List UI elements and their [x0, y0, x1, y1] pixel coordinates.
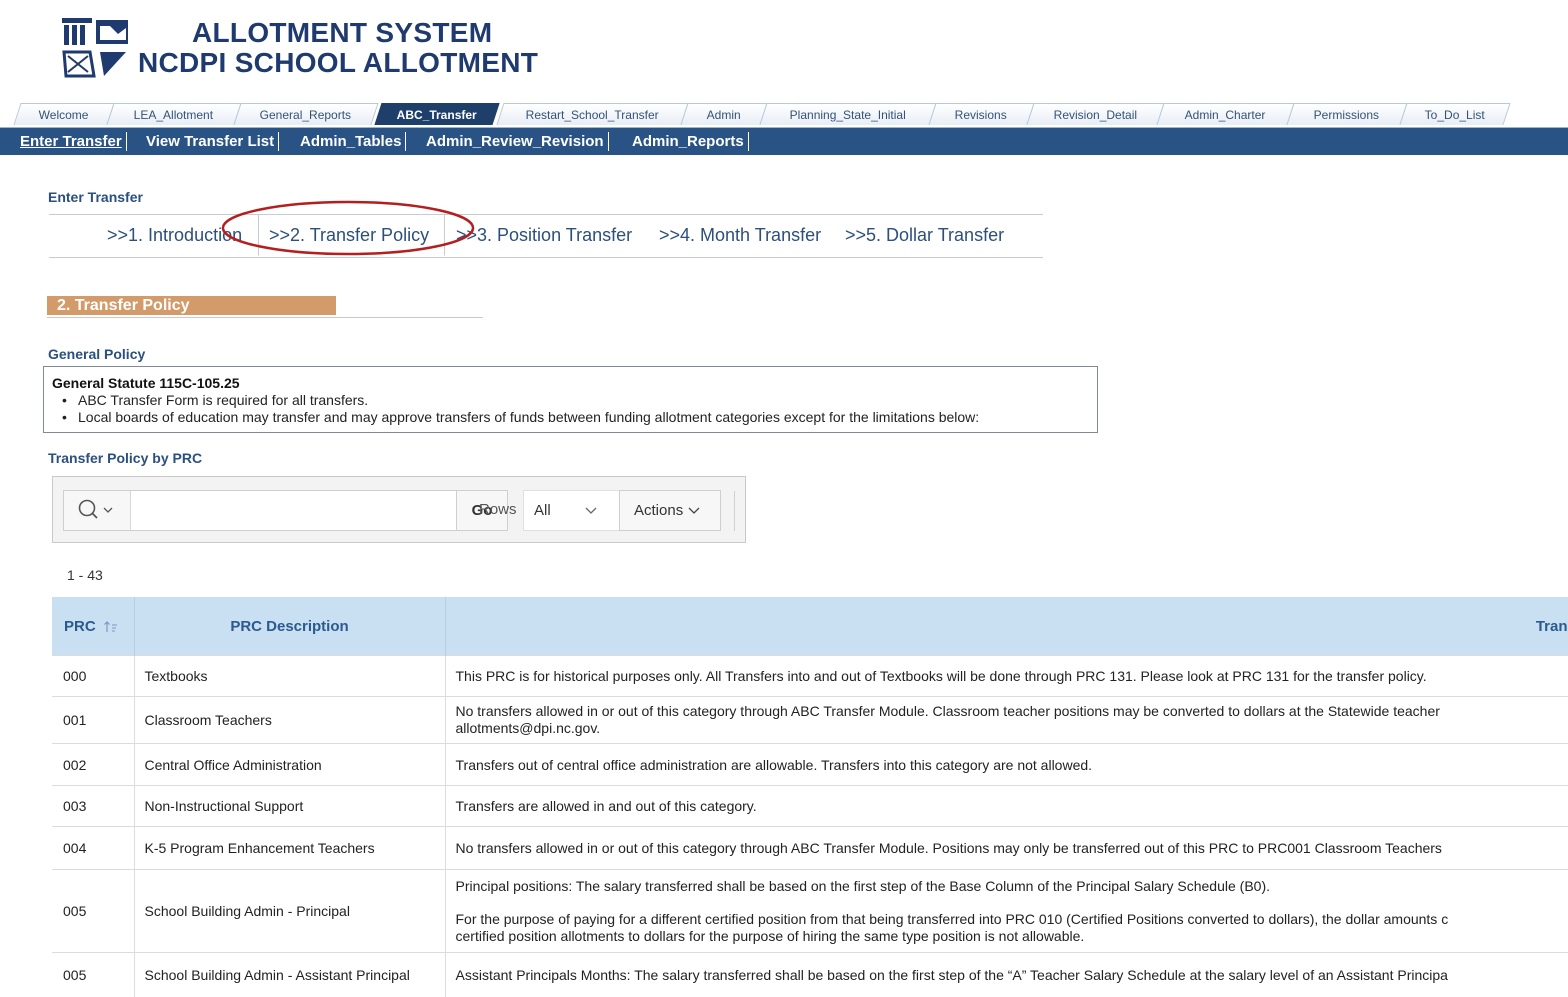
transfer-policy-text: Transfers out of central office administ… — [445, 744, 1568, 786]
table-row: 001 Classroom Teachers No transfers allo… — [52, 697, 1568, 744]
section-title-bar: 2. Transfer Policy — [47, 296, 336, 315]
transfer-policy-text: This PRC is for historical purposes only… — [445, 656, 1568, 697]
prc-description: Non-Instructional Support — [134, 786, 445, 827]
column-header-transfer-policy[interactable]: Tran — [445, 597, 1568, 656]
prc-code: 001 — [52, 697, 134, 744]
tab-admin-charter[interactable]: Admin_Charter — [1156, 103, 1294, 125]
prc-description: School Building Admin - Assistant Princi… — [134, 953, 445, 997]
prc-code: 002 — [52, 744, 134, 786]
prc-description: Textbooks — [134, 656, 445, 697]
column-header-description[interactable]: PRC Description — [134, 597, 445, 656]
wizard-heading: Enter Transfer — [48, 189, 143, 205]
general-policy-box: General Statute 115C-105.25 ABC Transfer… — [43, 366, 1098, 433]
rows-selected-value: All — [534, 502, 551, 519]
prc-code: 005 — [52, 870, 134, 953]
transfer-policy-text: Transfers are allowed in and out of this… — [445, 786, 1568, 827]
prc-description: School Building Admin - Principal — [134, 870, 445, 953]
general-policy-item: ABC Transfer Form is required for all tr… — [78, 392, 1097, 409]
prc-description: Central Office Administration — [134, 744, 445, 786]
subnav-admin-review-revision[interactable]: Admin_Review_Revision — [422, 132, 609, 151]
app-title-line2: NCDPI SCHOOL ALLOTMENT — [138, 48, 538, 78]
tab-admin[interactable]: Admin — [680, 103, 767, 125]
table-row: 005 School Building Admin - Principal Pr… — [52, 870, 1568, 953]
wizard-step-month-transfer[interactable]: >>4. Month Transfer — [659, 215, 821, 257]
tab-to-do-list[interactable]: To_Do_List — [1399, 103, 1510, 125]
transfer-policy-text: For the purpose of paying for a differen… — [456, 911, 1558, 928]
table-row: 004 K-5 Program Enhancement Teachers No … — [52, 827, 1568, 870]
app-title: ALLOTMENT SYSTEM NCDPI SCHOOL ALLOTMENT — [138, 18, 538, 78]
transfer-policy-text: Assistant Principals Months: The salary … — [445, 953, 1568, 997]
prc-code: 005 — [52, 953, 134, 997]
transfer-policy-text: certified position allotments to dollars… — [456, 928, 1558, 945]
prc-policy-heading: Transfer Policy by PRC — [48, 450, 202, 466]
general-policy-heading: General Policy — [48, 346, 145, 362]
wizard-steps: >>1. Introduction >>2. Transfer Policy >… — [49, 214, 1043, 258]
app-title-line1: ALLOTMENT SYSTEM — [138, 18, 538, 48]
toolbar-divider — [734, 491, 735, 531]
tab-restart-school-transfer[interactable]: Restart_School_Transfer — [496, 103, 688, 125]
tab-planning-state-initial[interactable]: Planning_State_Initial — [759, 103, 936, 125]
table-row: 003 Non-Instructional Support Transfers … — [52, 786, 1568, 827]
search-input[interactable] — [131, 491, 456, 530]
prc-description: Classroom Teachers — [134, 697, 445, 744]
sub-navigation: Enter Transfer View Transfer List Admin_… — [0, 128, 1568, 155]
subnav-enter-transfer[interactable]: Enter Transfer — [16, 132, 127, 151]
ncdpi-logo-icon — [60, 16, 132, 82]
report-toolbar: Go Rows All Actions — [52, 476, 746, 543]
actions-menu-button[interactable]: Actions — [619, 490, 721, 531]
table-row: 000 Textbooks This PRC is for historical… — [52, 656, 1568, 697]
transfer-policy-text: No transfers allowed in or out of this c… — [445, 827, 1568, 870]
prc-description: K-5 Program Enhancement Teachers — [134, 827, 445, 870]
subnav-admin-tables[interactable]: Admin_Tables — [296, 132, 406, 151]
tab-abc-transfer[interactable]: ABC_Transfer — [374, 103, 499, 125]
transfer-policy-table: PRC PRC Description Tran 000 Textbooks T… — [52, 597, 1568, 997]
prc-code: 003 — [52, 786, 134, 827]
transfer-policy-cell: No transfers allowed in or out of this c… — [445, 697, 1568, 744]
tab-revision-detail[interactable]: Revision_Detail — [1026, 103, 1164, 125]
wizard-step-position-transfer[interactable]: >>3. Position Transfer — [456, 215, 632, 257]
transfer-policy-cell: Principal positions: The salary transfer… — [445, 870, 1568, 953]
highlight-annotation-ellipse — [220, 198, 476, 258]
tab-revisions[interactable]: Revisions — [928, 103, 1034, 125]
general-policy-list: ABC Transfer Form is required for all tr… — [52, 392, 1097, 426]
subnav-view-transfer-list[interactable]: View Transfer List — [142, 132, 279, 151]
tab-permissions[interactable]: Permissions — [1286, 103, 1407, 125]
general-policy-item: Local boards of education may transfer a… — [78, 409, 1097, 426]
table-header-row: PRC PRC Description Tran — [52, 597, 1568, 656]
transfer-policy-text: Principal positions: The salary transfer… — [456, 878, 1558, 895]
pagination-range: 1 - 43 — [67, 567, 103, 583]
search-column-menu[interactable] — [64, 491, 131, 530]
transfer-policy-text: allotments@dpi.nc.gov. — [456, 720, 1558, 737]
wizard-step-dollar-transfer[interactable]: >>5. Dollar Transfer — [845, 215, 1004, 257]
sort-ascending-icon — [104, 621, 118, 633]
app-header: ALLOTMENT SYSTEM NCDPI SCHOOL ALLOTMENT — [0, 0, 580, 98]
tab-welcome[interactable]: Welcome — [13, 103, 114, 125]
table-row: 002 Central Office Administration Transf… — [52, 744, 1568, 786]
prc-code: 000 — [52, 656, 134, 697]
chevron-down-icon — [687, 505, 701, 517]
tab-lea-allotment[interactable]: LEA_Allotment — [106, 103, 241, 125]
chevron-down-icon — [584, 503, 598, 517]
actions-label: Actions — [634, 502, 683, 519]
subnav-admin-reports[interactable]: Admin_Reports — [628, 132, 749, 151]
tab-general-reports[interactable]: General_Reports — [233, 103, 378, 125]
search-icon — [64, 491, 130, 530]
table-row: 005 School Building Admin - Assistant Pr… — [52, 953, 1568, 997]
general-statute-title: General Statute 115C-105.25 — [52, 375, 1097, 392]
transfer-policy-text: No transfers allowed in or out of this c… — [456, 703, 1558, 720]
rows-label: Rows — [479, 501, 517, 518]
section-divider — [47, 317, 483, 318]
search-field-group — [63, 490, 457, 531]
prc-code: 004 — [52, 827, 134, 870]
column-header-prc[interactable]: PRC — [52, 597, 134, 656]
main-tabbar: Welcome LEA_Allotment General_Reports AB… — [0, 101, 1568, 128]
